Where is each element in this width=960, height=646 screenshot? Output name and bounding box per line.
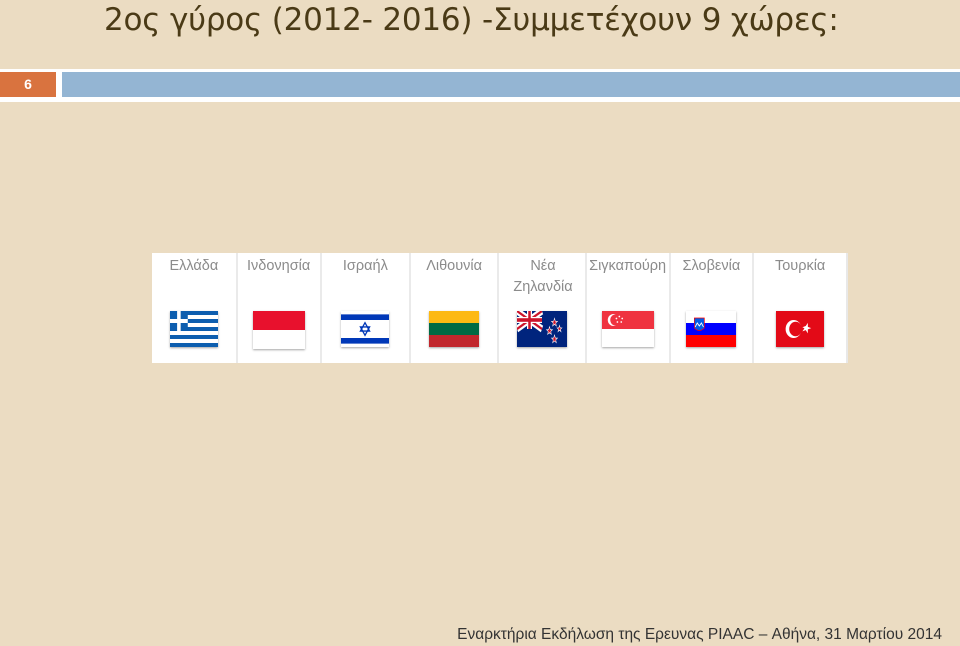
flags-panel: Ελλάδα Ινδονησία Ισραήλ Λιθουνία Νέα Ζηλ… — [152, 253, 848, 363]
slide-title: 2ος γύρος (2012- 2016) -Συμμετέχουν 9 χώ… — [104, 2, 839, 38]
country-turkey: Τουρκία — [754, 253, 846, 363]
header-accent-strip — [62, 72, 960, 97]
turkey-flag-icon — [776, 311, 825, 347]
slovenia-flag-icon — [686, 311, 737, 347]
greece-flag-icon — [169, 311, 218, 347]
country-new-zealand: Νέα Ζηλανδία — [499, 253, 587, 363]
lithuania-flag-icon — [429, 311, 480, 347]
slide-number: 6 — [0, 72, 56, 97]
country-indonesia: Ινδονησία — [238, 253, 322, 363]
israel-flag-icon — [341, 311, 390, 347]
country-name: Ινδονησία — [246, 258, 311, 274]
country-greece: Ελλάδα — [152, 253, 238, 363]
new-zealand-flag-icon — [516, 311, 567, 347]
singapore-flag-icon — [601, 311, 654, 347]
country-name: Σιγκαπούρη — [589, 258, 667, 274]
country-name: Λιθουνία — [426, 258, 483, 274]
slide-footer: Εναρκτήρια Εκδήλωση της Ερευνας PIAAC – … — [457, 626, 942, 643]
country-israel: Ισραήλ — [322, 253, 412, 363]
indonesia-flag-icon — [252, 311, 305, 349]
country-singapore: Σιγκαπούρη — [587, 253, 671, 363]
country-name: Ισραήλ — [342, 258, 388, 274]
country-name: Ελλάδα — [169, 258, 219, 274]
country-slovenia: Σλοβενία — [671, 253, 755, 363]
country-lithuania: Λιθουνία — [411, 253, 499, 363]
country-name: Νέα Ζηλανδία — [513, 258, 573, 295]
country-name: Σλοβενία — [682, 258, 741, 274]
slide-header-bar: 6 — [0, 69, 960, 102]
country-name: Τουρκία — [774, 258, 826, 274]
